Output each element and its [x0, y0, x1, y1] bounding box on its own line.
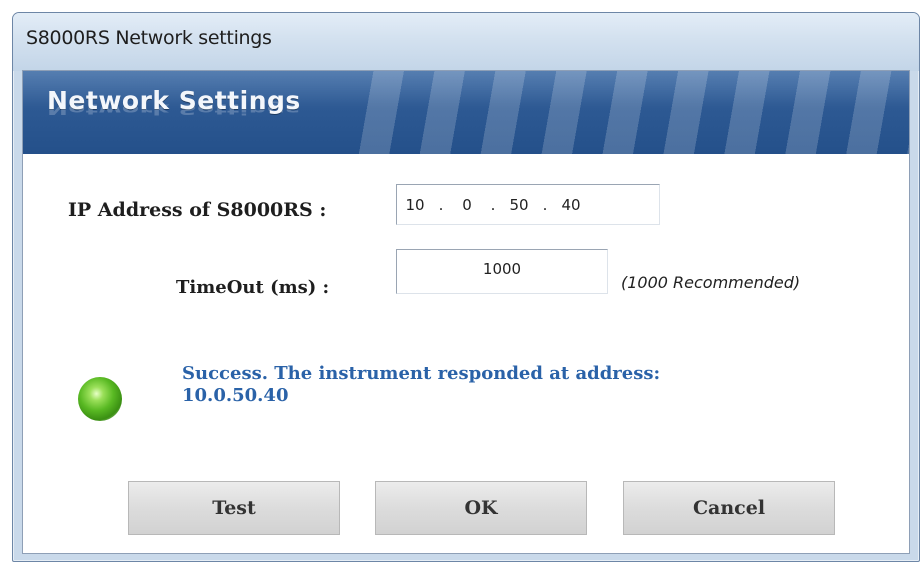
dialog-body: Network Settings Network Settings IP Add… — [22, 70, 910, 554]
network-settings-window: S8000RS Network settings Network Setting… — [12, 12, 920, 562]
ip-octet-1[interactable]: 10 — [397, 196, 433, 214]
test-button[interactable]: Test — [128, 481, 340, 535]
ip-address-input[interactable]: 10 . 0 . 50 . 40 — [396, 184, 660, 225]
ip-separator: . — [542, 195, 548, 214]
ip-octet-2[interactable]: 0 — [449, 196, 485, 214]
ip-separator: . — [438, 195, 444, 214]
banner-title-reflection: Network Settings — [47, 101, 301, 117]
status-message: Success. The instrument responded at add… — [182, 363, 842, 407]
ok-button[interactable]: OK — [375, 481, 587, 535]
timeout-hint: (1000 Recommended) — [621, 273, 801, 292]
title-bar[interactable]: S8000RS Network settings — [13, 13, 919, 71]
status-message-line1: Success. The instrument responded at add… — [182, 363, 661, 384]
status-message-line2: 10.0.50.40 — [182, 385, 289, 406]
timeout-label: TimeOut (ms) : — [176, 277, 330, 298]
ip-octet-4[interactable]: 40 — [553, 196, 589, 214]
header-banner: Network Settings Network Settings — [23, 71, 909, 154]
status-led-icon — [78, 377, 122, 421]
ip-octet-3[interactable]: 50 — [501, 196, 537, 214]
ip-address-label: IP Address of S8000RS : — [68, 199, 327, 221]
ip-separator: . — [490, 195, 496, 214]
timeout-input[interactable]: 1000 — [396, 249, 608, 294]
window-title: S8000RS Network settings — [26, 27, 272, 49]
cancel-button[interactable]: Cancel — [623, 481, 835, 535]
